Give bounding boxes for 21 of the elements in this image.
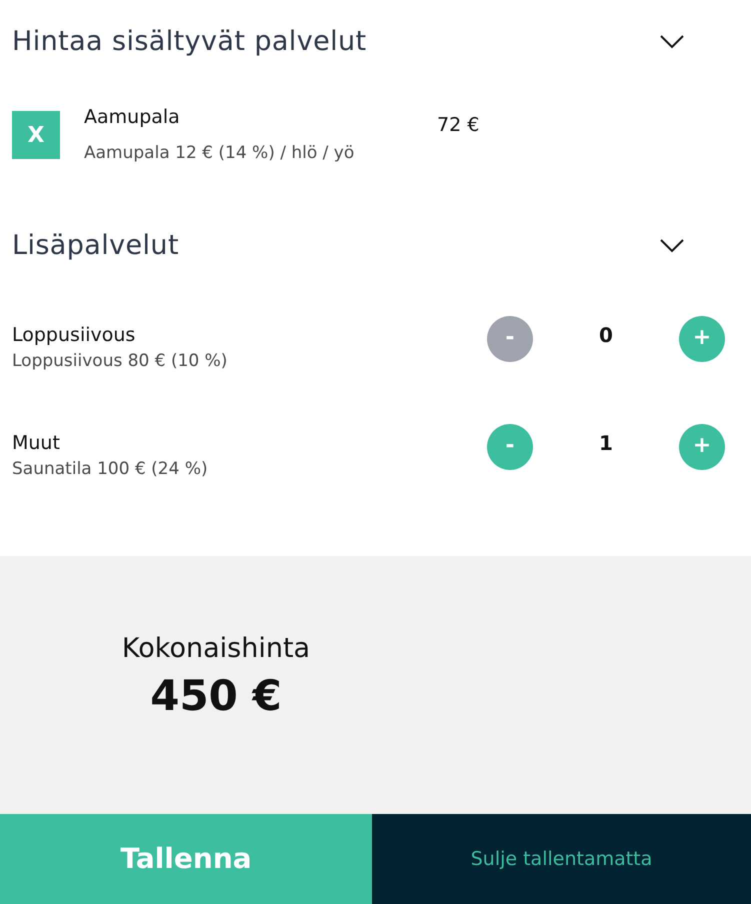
- increase-button[interactable]: +: [679, 424, 725, 470]
- service-detail: Aamupala 12 € (14 %) / hlö / yö: [84, 142, 356, 165]
- remove-button[interactable]: X: [12, 111, 60, 159]
- chevron-icon[interactable]: [660, 239, 684, 253]
- service-detail: Saunatila 100 € (24 %): [12, 458, 208, 481]
- increase-button[interactable]: +: [679, 316, 725, 362]
- total-price: 450 €: [149, 670, 283, 722]
- chevron-icon[interactable]: [660, 35, 684, 49]
- service-name: Loppusiivous: [12, 323, 136, 348]
- section-title: Lisäpalvelut: [12, 230, 179, 262]
- service-detail: Loppusiivous 80 € (10 %): [12, 350, 228, 373]
- quantity-value: 0: [598, 322, 614, 349]
- close-without-saving-button[interactable]: Sulje tallentamatta: [372, 814, 751, 904]
- save-button[interactable]: Tallenna: [0, 814, 372, 904]
- service-name: Aamupala: [84, 105, 181, 130]
- total-label: Kokonaishinta: [120, 632, 312, 666]
- service-name: Muut: [12, 431, 61, 456]
- quantity-value: 1: [598, 430, 614, 457]
- service-price: 72 €: [437, 113, 480, 138]
- section-title: Hintaa sisältyvät palvelut: [12, 26, 366, 58]
- decrease-button[interactable]: -: [487, 424, 533, 470]
